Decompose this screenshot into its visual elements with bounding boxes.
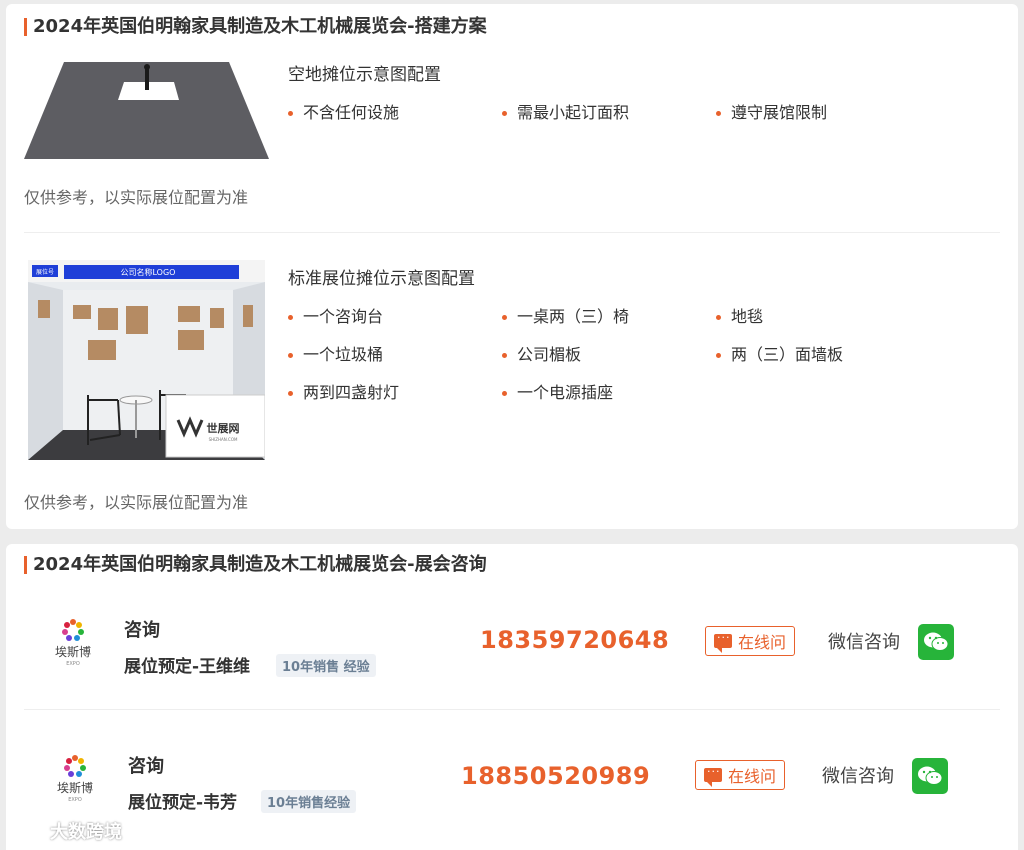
watermark-text: 大数跨境 xyxy=(50,822,122,843)
empty-booth-features: 不含任何设施 需最小起订面积 遵守展馆限制 xyxy=(288,102,928,124)
contact-row: 埃斯博 EXPO 咨询 展位预定-韦芳 10年销售经验 18850520989 … xyxy=(24,724,1000,844)
booth-plan-card: 2024年英国伯明翰家具制造及木工机械展览会-搭建方案 空地摊位示意图配置 不含… xyxy=(6,4,1018,529)
wechat-button[interactable] xyxy=(912,758,948,794)
phone-number[interactable]: 18850520989 xyxy=(461,762,650,790)
contact-name: 展位预定-韦芳 xyxy=(128,793,238,813)
online-chat-button[interactable]: 在线问 xyxy=(695,760,785,790)
feature-item: 一桌两（三）椅 xyxy=(502,306,716,328)
feature-item: 一个电源插座 xyxy=(502,382,716,404)
logo-sub: EXPO xyxy=(66,661,80,667)
feature-item: 公司楣板 xyxy=(502,344,716,366)
phone-number[interactable]: 18359720648 xyxy=(480,626,669,654)
booth-number-label: 展位号 xyxy=(36,268,54,276)
reference-note: 仅供参考，以实际展位配置为准 xyxy=(24,188,249,207)
watermark-logo-icon xyxy=(9,823,44,839)
wechat-icon xyxy=(918,766,943,785)
experience-tag: 10年销售经验 xyxy=(261,790,357,813)
contact-name: 展位预定-王维维 xyxy=(124,657,251,677)
desk-brand-label: 世展网 xyxy=(207,421,240,435)
feature-item: 两（三）面墙板 xyxy=(716,344,928,366)
plan-title-standard: 标准展位摊位示意图配置 xyxy=(288,269,475,289)
standard-booth-features: 一个咨询台 一桌两（三）椅 地毯 一个垃圾桶 公司楣板 两（三）面墙板 两到四盏… xyxy=(288,306,928,404)
logo-sub: EXPO xyxy=(68,797,82,803)
empty-booth-image xyxy=(24,62,269,159)
wechat-consult-label[interactable]: 微信咨询 xyxy=(822,762,894,788)
consult-card: 2024年英国伯明翰家具制造及木工机械展览会-展会咨询 埃斯博 EXPO 咨询 … xyxy=(6,544,1018,850)
logo-text: 埃斯博 xyxy=(55,644,91,659)
reference-note: 仅供参考，以实际展位配置为准 xyxy=(24,493,249,512)
consult-section-title: 2024年英国伯明翰家具制造及木工机械展览会-展会咨询 xyxy=(24,554,487,576)
experience-tag: 10年销售 经验 xyxy=(276,654,376,677)
company-logo: 埃斯博 EXPO xyxy=(55,619,91,667)
watermark: 大数跨境 xyxy=(8,818,122,844)
online-chat-label: 在线问 xyxy=(727,767,776,786)
divider xyxy=(24,709,1000,710)
contact-row: 埃斯博 EXPO 咨询 展位预定-王维维 10年销售 经验 1835972064… xyxy=(24,590,1000,710)
online-chat-button[interactable]: 在线问 xyxy=(705,626,795,656)
feature-item: 遵守展馆限制 xyxy=(716,102,928,124)
feature-item: 一个咨询台 xyxy=(288,306,502,328)
feature-item: 一个垃圾桶 xyxy=(288,344,502,366)
online-chat-label: 在线问 xyxy=(737,633,786,652)
fascia-label: 公司名称LOGO xyxy=(121,267,176,277)
chat-bubble-icon xyxy=(703,762,722,787)
feature-item: 地毯 xyxy=(716,306,928,328)
feature-item: 两到四盏射灯 xyxy=(288,382,502,404)
feature-item: 不含任何设施 xyxy=(288,102,502,124)
feature-item: 需最小起订面积 xyxy=(502,102,716,124)
chat-bubble-icon xyxy=(713,628,732,653)
logo-text: 埃斯博 xyxy=(57,780,93,795)
company-logo: 埃斯博 EXPO xyxy=(57,755,93,803)
wechat-consult-label[interactable]: 微信咨询 xyxy=(828,628,900,654)
desk-brand-sub: SHIZHAN.COM xyxy=(209,437,238,442)
consult-label: 咨询 xyxy=(128,756,164,777)
standard-booth-image: 展位号 公司名称LOGO 世展网 SHIZHAN.COM xyxy=(28,260,265,460)
wechat-icon xyxy=(924,632,949,651)
wechat-button[interactable] xyxy=(918,624,954,660)
plan-title-empty: 空地摊位示意图配置 xyxy=(288,65,441,85)
booth-section-title: 2024年英国伯明翰家具制造及木工机械展览会-搭建方案 xyxy=(24,16,487,38)
consult-label: 咨询 xyxy=(124,620,160,641)
divider xyxy=(24,232,1000,233)
